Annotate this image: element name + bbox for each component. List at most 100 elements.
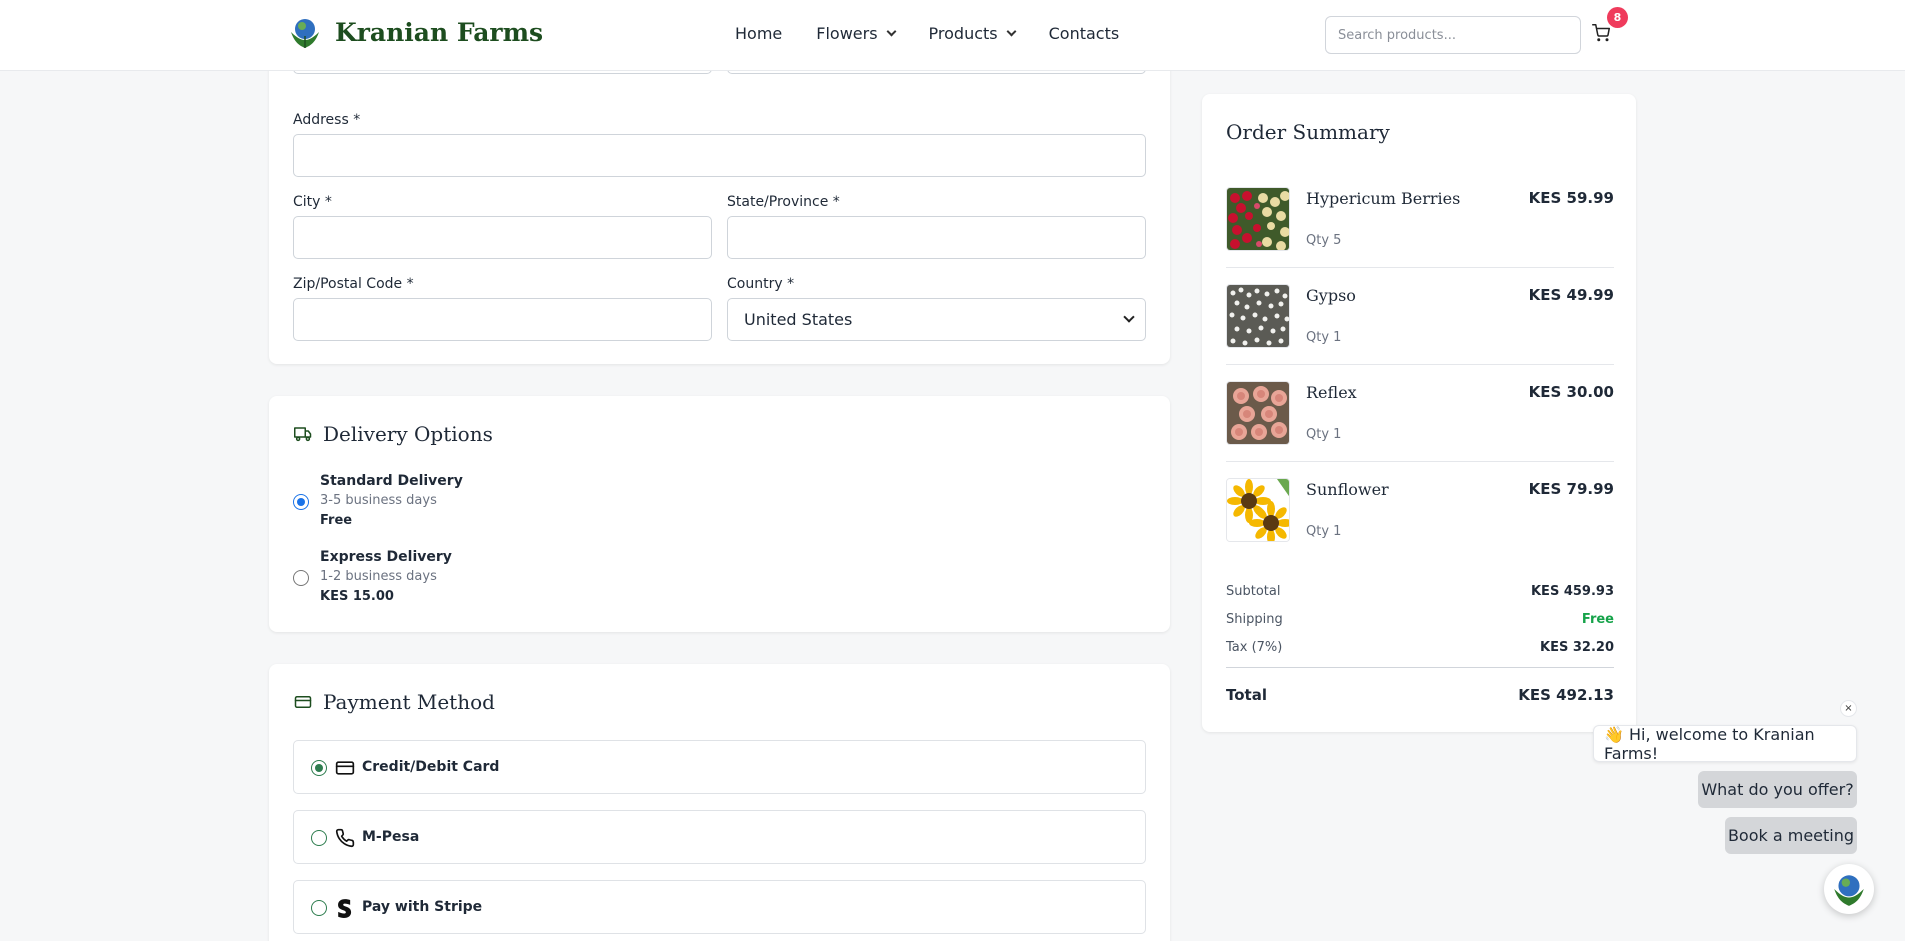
chat-welcome-message: 👋 Hi, welcome to Kranian Farms!	[1593, 725, 1857, 763]
divider	[1226, 461, 1614, 462]
mpesa-payment-radio[interactable]	[311, 830, 327, 846]
city-label: City *	[293, 194, 332, 210]
tax-value: KES 32.20	[1540, 640, 1614, 655]
summary-item: Reflex Qty 1 KES 30.00	[1226, 381, 1614, 478]
what-do-you-offer-button[interactable]: What do you offer?	[1698, 771, 1857, 808]
item-price: KES 79.99	[1528, 480, 1614, 498]
card-payment-radio[interactable]	[311, 760, 327, 776]
reflex-image	[1226, 381, 1290, 445]
book-meeting-button[interactable]: Book a meeting	[1725, 817, 1857, 854]
shipping-value: Free	[1581, 612, 1614, 627]
city-field[interactable]	[293, 216, 712, 259]
state-field[interactable]	[727, 216, 1146, 259]
item-name: Reflex	[1306, 383, 1357, 402]
express-delivery-name: Express Delivery	[320, 549, 452, 565]
address-label: Address *	[293, 112, 361, 128]
divider	[1226, 364, 1614, 365]
country-label: Country *	[727, 276, 795, 292]
nav-products-label: Products	[928, 24, 998, 43]
chevron-down-icon	[1123, 311, 1135, 323]
chat-close-button[interactable]: ×	[1840, 700, 1857, 717]
order-summary-card: Order Summary Hypericum Berries Qty 5 KE…	[1202, 94, 1636, 732]
item-qty: Qty 1	[1306, 524, 1342, 539]
search-input[interactable]	[1325, 16, 1581, 54]
chevron-down-icon	[886, 26, 896, 37]
nav-contacts[interactable]: Contacts	[1049, 24, 1120, 43]
credit-card-icon	[294, 696, 312, 708]
country-select-value: United States	[744, 310, 853, 329]
cart-icon[interactable]	[1592, 24, 1610, 42]
divider	[1226, 267, 1614, 268]
zip-field[interactable]	[293, 298, 712, 341]
logo-icon	[291, 19, 319, 48]
item-qty: Qty 1	[1306, 330, 1342, 345]
express-delivery-radio[interactable]	[293, 570, 309, 586]
main-nav: Home Flowers Products Contacts	[735, 24, 1119, 43]
item-price: KES 59.99	[1528, 189, 1614, 207]
tax-label: Tax (7%)	[1226, 640, 1283, 655]
nav-flowers[interactable]: Flowers	[816, 24, 896, 43]
express-delivery-price: KES 15.00	[320, 589, 394, 604]
express-delivery-time: 1-2 business days	[320, 569, 437, 584]
item-name: Sunflower	[1306, 480, 1389, 499]
stripe-payment-radio[interactable]	[311, 900, 327, 916]
hypericum-berries-image	[1226, 187, 1290, 251]
phone-icon	[335, 828, 355, 848]
site-header: Kranian Farms Home Flowers Products Cont…	[0, 0, 1905, 71]
gypso-image	[1226, 284, 1290, 348]
truck-icon	[294, 427, 312, 442]
nav-home-label: Home	[735, 24, 783, 43]
zip-label: Zip/Postal Code *	[293, 276, 414, 292]
mpesa-payment-label: M-Pesa	[362, 829, 420, 845]
brand[interactable]: Kranian Farms	[287, 14, 543, 50]
sunflower-image	[1226, 478, 1290, 542]
brand-name: Kranian Farms	[335, 17, 544, 47]
shipping-label: Shipping	[1226, 612, 1283, 627]
item-name: Hypericum Berries	[1306, 189, 1461, 208]
tax-row: Tax (7%) KES 32.20	[1226, 640, 1614, 655]
nav-contacts-label: Contacts	[1048, 24, 1120, 43]
nav-flowers-label: Flowers	[816, 24, 878, 43]
chat-launcher-button[interactable]	[1824, 864, 1874, 914]
total-label: Total	[1226, 686, 1267, 704]
standard-delivery-time: 3-5 business days	[320, 493, 437, 508]
payment-title-text: Payment Method	[323, 690, 495, 714]
item-price: KES 49.99	[1528, 286, 1614, 304]
shipping-address-card: Address * City * State/Province * Zip/Po…	[269, 20, 1170, 364]
order-summary-title: Order Summary	[1226, 120, 1390, 144]
payment-option-stripe[interactable]: Pay with Stripe	[293, 880, 1146, 934]
delivery-title-text: Delivery Options	[323, 422, 493, 446]
summary-item: Hypericum Berries Qty 5 KES 59.99	[1226, 187, 1614, 284]
divider	[1226, 667, 1614, 668]
standard-delivery-price: Free	[320, 513, 353, 528]
item-qty: Qty 1	[1306, 427, 1342, 442]
logo-icon	[1834, 875, 1864, 906]
standard-delivery-name: Standard Delivery	[320, 473, 463, 489]
summary-item: Gypso Qty 1 KES 49.99	[1226, 284, 1614, 381]
delivery-title: Delivery Options	[293, 422, 493, 446]
chevron-down-icon	[1006, 26, 1017, 37]
item-price: KES 30.00	[1528, 383, 1614, 401]
nav-products[interactable]: Products	[928, 24, 1017, 43]
card-payment-label: Credit/Debit Card	[362, 759, 500, 775]
stripe-payment-label: Pay with Stripe	[362, 899, 483, 915]
shipping-row: Shipping Free	[1226, 612, 1614, 627]
standard-delivery-radio[interactable]	[293, 494, 309, 510]
payment-option-mpesa[interactable]: M-Pesa	[293, 810, 1146, 864]
subtotal-value: KES 459.93	[1530, 584, 1614, 599]
total-row: Total KES 492.13	[1226, 686, 1614, 704]
delivery-options-card: Delivery Options Standard Delivery 3-5 b…	[269, 396, 1170, 632]
subtotal-label: Subtotal	[1226, 584, 1281, 599]
item-qty: Qty 5	[1306, 233, 1342, 248]
payment-option-card[interactable]: Credit/Debit Card	[293, 740, 1146, 794]
cart-count-badge: 8	[1607, 7, 1628, 28]
payment-title: Payment Method	[293, 690, 495, 714]
item-name: Gypso	[1306, 286, 1356, 305]
nav-home[interactable]: Home	[735, 24, 782, 43]
total-value: KES 492.13	[1518, 686, 1614, 704]
address-field[interactable]	[293, 134, 1146, 177]
state-label: State/Province *	[727, 194, 840, 210]
country-select[interactable]: United States	[727, 298, 1146, 341]
credit-card-icon	[335, 761, 355, 775]
subtotal-row: Subtotal KES 459.93	[1226, 584, 1614, 599]
